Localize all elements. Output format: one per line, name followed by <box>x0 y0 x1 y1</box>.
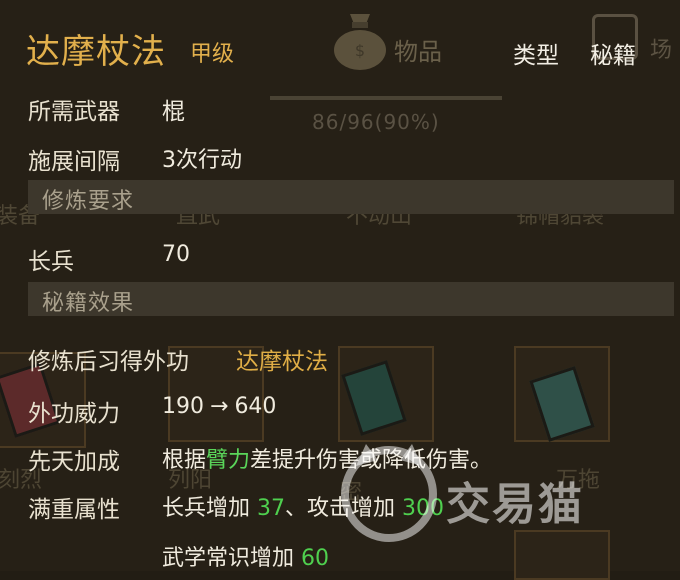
power-value: 190 → 640 <box>162 394 276 419</box>
item-title: 达摩杖法 <box>26 32 166 72</box>
full-weight-line-2: 武学常识增加 60 <box>162 540 329 572</box>
req-stat-value: 70 <box>162 242 190 267</box>
interval-label: 施展间隔 <box>28 149 120 175</box>
effect-section-title: 秘籍效果 <box>42 291 135 316</box>
weapon-label: 所需武器 <box>28 99 120 125</box>
watermark-logo-icon <box>341 444 437 542</box>
innate-text-pre: 根据 <box>162 448 207 473</box>
learn-value: 达摩杖法 <box>236 349 328 375</box>
power-to: 640 <box>234 394 277 419</box>
bonus-1-label: 长兵增加 <box>162 496 251 521</box>
full-weight-label: 满重属性 <box>28 497 120 523</box>
bonus-1-value: 37 <box>257 496 286 521</box>
type-label: 类型 <box>513 43 559 69</box>
power-from: 190 <box>162 394 204 419</box>
effect-section: 秘籍效果 <box>28 282 674 316</box>
innate-label: 先天加成 <box>28 449 120 475</box>
item-grade: 甲级 <box>190 42 235 67</box>
power-label: 外功威力 <box>28 401 120 427</box>
interval-value: 3次行动 <box>162 148 242 173</box>
arrow-icon: → <box>210 394 229 419</box>
watermark-text: 交易猫 <box>446 479 584 530</box>
requirement-section: 修炼要求 <box>28 180 674 214</box>
bonus-3-value: 60 <box>301 546 330 571</box>
innate-attribute: 臂力 <box>206 448 251 473</box>
type-value: 秘籍 <box>590 43 636 69</box>
req-stat-label: 长兵 <box>28 249 74 275</box>
weapon-value: 棍 <box>162 99 185 125</box>
learn-label: 修炼后习得外功 <box>28 349 189 375</box>
bonus-3-label: 武学常识增加 <box>162 546 295 571</box>
separator: 、 <box>285 496 308 521</box>
requirement-section-title: 修炼要求 <box>42 189 135 214</box>
